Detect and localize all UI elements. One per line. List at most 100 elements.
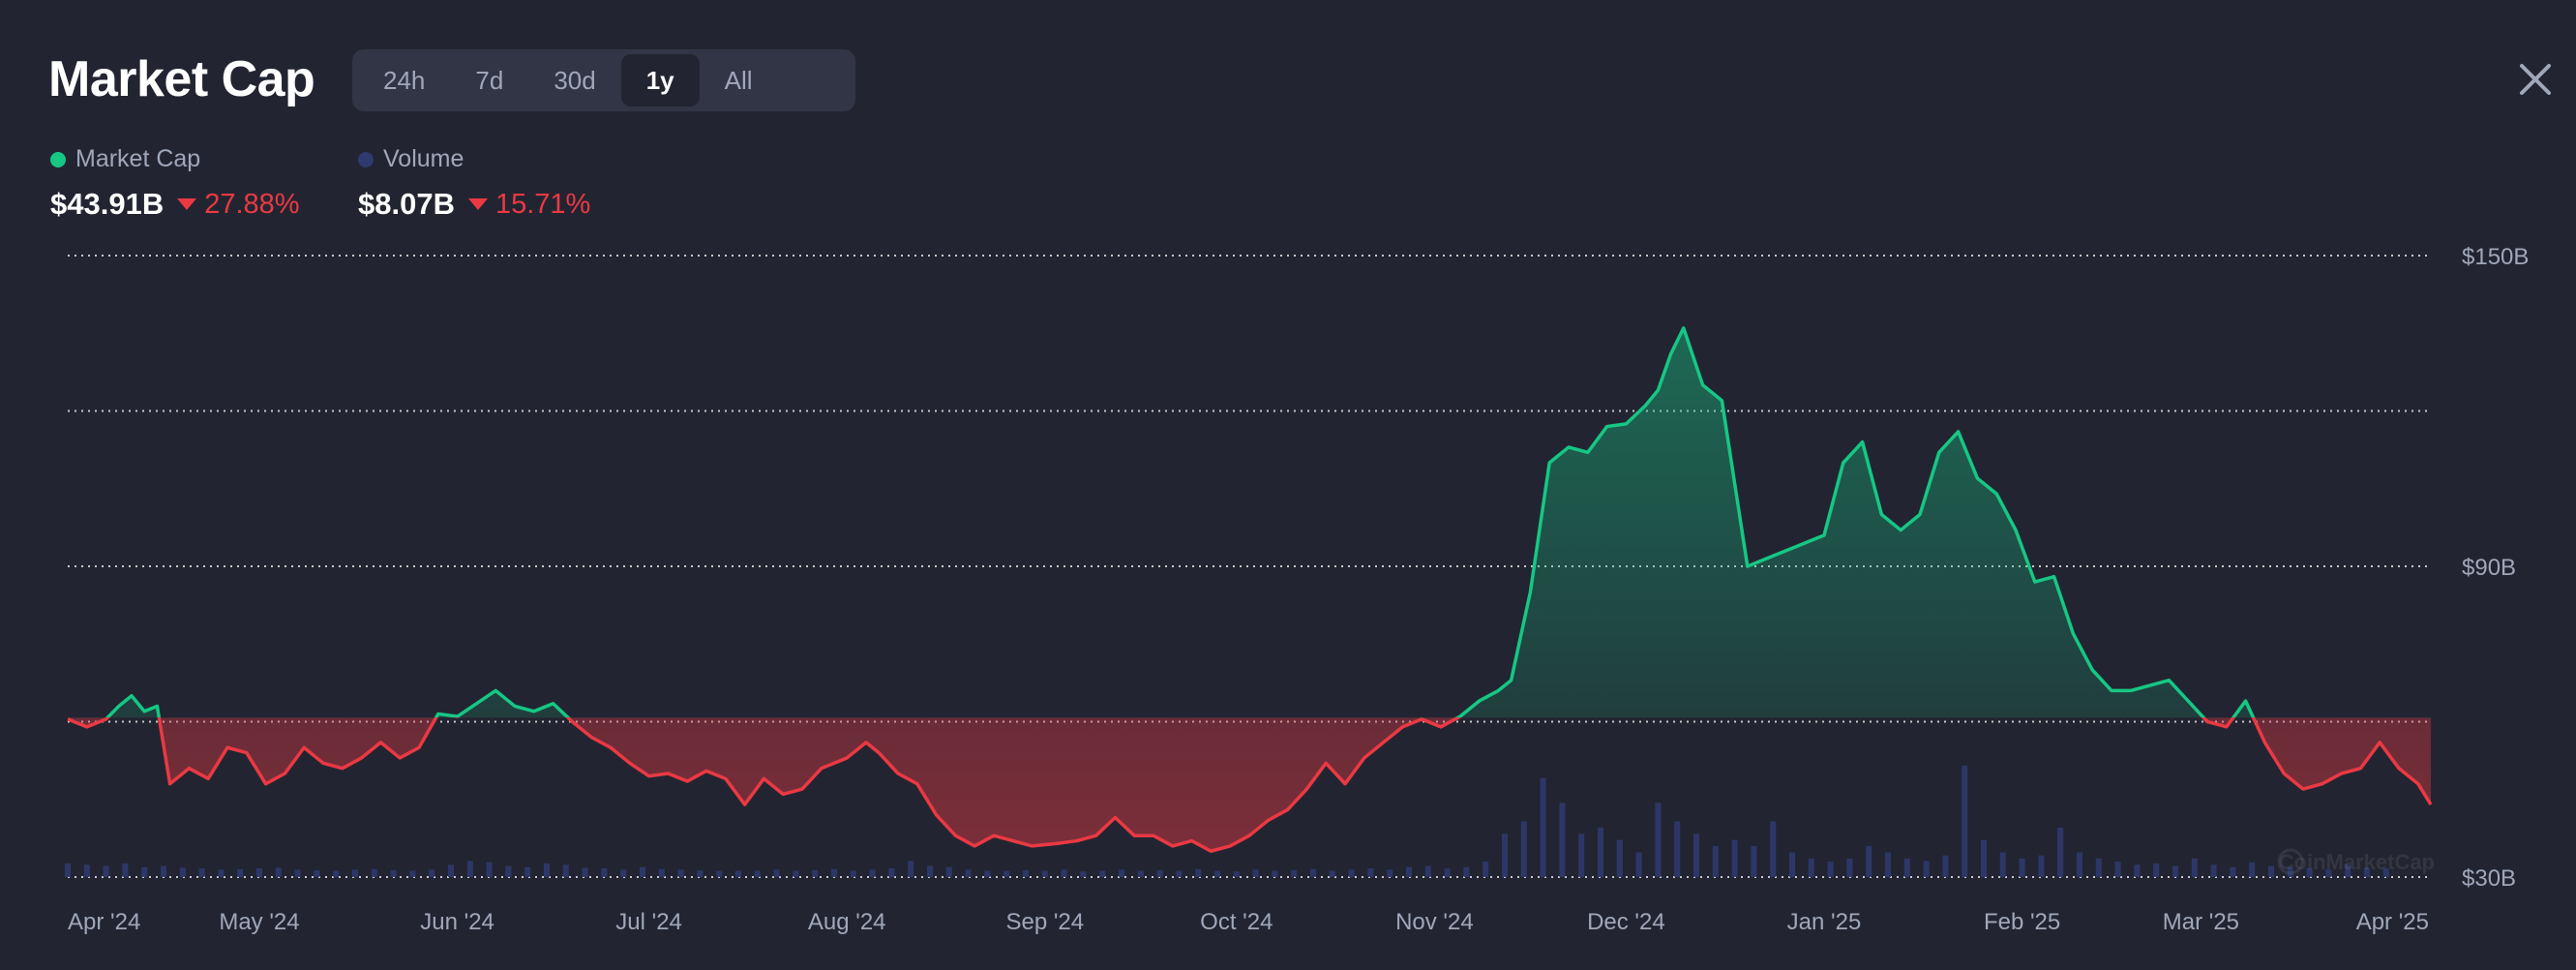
volume-bar	[1463, 866, 1470, 877]
volume-bar	[390, 869, 397, 877]
volume-bar	[1655, 803, 1662, 877]
volume-bar	[908, 861, 914, 877]
volume-bar	[2057, 827, 2064, 877]
volume-bar	[984, 870, 991, 877]
volume-bar	[1520, 821, 1527, 877]
volume-bar	[141, 866, 148, 877]
volume-bar	[1176, 870, 1183, 877]
x-tick-label: Oct '24	[1200, 909, 1273, 935]
volume-bar	[1444, 868, 1451, 877]
volume-bar	[2172, 865, 2178, 877]
volume-bar	[409, 870, 416, 877]
market-cap-chart: $30B $90B $150B Apr '24 May '24 Jun '24 Jul '2…	[65, 244, 2529, 935]
volume-bar	[1751, 846, 1757, 877]
x-tick-label: Aug '24	[808, 909, 886, 935]
volume-bar	[1981, 839, 1987, 877]
volume-bar	[314, 869, 320, 877]
volume-bar	[1502, 834, 1508, 877]
x-tick-label: Jan '25	[1787, 909, 1862, 935]
volume-bar	[429, 869, 435, 877]
volume-bar	[333, 870, 340, 877]
volume-bar	[2114, 862, 2121, 877]
volume-bar	[122, 863, 129, 877]
volume-bar	[1367, 868, 1374, 877]
volume-bar	[179, 867, 186, 877]
volume-bar	[2210, 864, 2217, 877]
volume-bar	[1827, 862, 1834, 877]
volume-bar	[448, 864, 454, 877]
volume-bar	[640, 866, 645, 877]
volume-bar	[544, 863, 550, 877]
volume-bar	[466, 861, 473, 877]
y-tick-label: $90B	[2462, 555, 2516, 581]
x-tick-label: Sep '24	[1005, 909, 1084, 935]
volume-bar	[1080, 871, 1087, 877]
volume-bar	[677, 869, 684, 877]
x-tick-label: Feb '25	[1984, 909, 2060, 935]
volume-bar	[562, 864, 569, 877]
volume-bar	[1731, 839, 1738, 877]
volume-bar	[1616, 839, 1623, 877]
market-cap-area-down	[68, 717, 2431, 852]
volume-bar	[256, 868, 262, 877]
volume-bar	[352, 869, 358, 877]
volume-bar	[1061, 869, 1067, 877]
volume-bar	[965, 869, 972, 877]
volume-bar	[486, 862, 493, 877]
volume-bar	[1099, 870, 1106, 877]
volume-bar	[1195, 868, 1202, 877]
volume-bar	[1789, 852, 1795, 877]
volume-bar	[2038, 855, 2045, 877]
volume-bar	[1041, 870, 1048, 877]
volume-bar	[716, 870, 723, 877]
volume-bar	[2153, 863, 2160, 877]
volume-bar	[1387, 869, 1393, 877]
x-tick-label: Dec '24	[1587, 909, 1665, 935]
x-tick-label: Jul '24	[615, 909, 682, 935]
volume-bar	[2077, 852, 2082, 877]
volume-bar	[294, 869, 301, 877]
volume-bar	[1424, 865, 1431, 877]
volume-bar	[2019, 858, 2025, 877]
y-tick-label: $30B	[2462, 865, 2516, 892]
volume-bar	[620, 869, 627, 877]
x-tick-label: Apr '25	[2356, 909, 2429, 935]
volume-bar	[1674, 821, 1681, 877]
volume-bar	[1559, 803, 1566, 877]
volume-bar	[601, 868, 608, 877]
volume-bar	[1885, 852, 1891, 877]
volume-bar	[505, 865, 512, 877]
volume-bar	[2134, 864, 2141, 877]
volume-bar	[103, 865, 109, 877]
volume-bar	[198, 868, 205, 877]
volume-bar	[237, 868, 244, 877]
volume-bar	[371, 868, 377, 877]
volume-bar	[83, 864, 90, 877]
volume-bar	[2268, 865, 2274, 877]
volume-bar	[2230, 866, 2236, 877]
volume-bar	[1903, 858, 1910, 877]
volume-bar	[1003, 870, 1010, 877]
volume-bar	[275, 867, 282, 877]
volume-bar	[754, 870, 761, 877]
volume-bar	[1233, 871, 1240, 877]
volume-bar	[812, 869, 819, 877]
x-tick-label: Apr '24	[68, 909, 140, 935]
volume-bar	[1156, 869, 1163, 877]
volume-bar	[1272, 870, 1278, 877]
volume-bar	[773, 869, 780, 877]
volume-bar	[1999, 852, 2006, 877]
volume-bar	[658, 868, 665, 877]
volume-bar	[1923, 861, 1930, 877]
volume-bar	[1252, 869, 1259, 877]
volume-bar	[1329, 870, 1335, 877]
volume-bar	[1598, 827, 1603, 877]
volume-bar	[1348, 869, 1355, 877]
volume-bar	[793, 870, 799, 877]
volume-bar	[1770, 821, 1777, 877]
volume-bar	[218, 869, 225, 877]
volume-bar	[1291, 869, 1298, 877]
volume-bar	[1846, 858, 1853, 877]
volume-bar	[888, 868, 895, 877]
volume-bar	[927, 865, 933, 877]
